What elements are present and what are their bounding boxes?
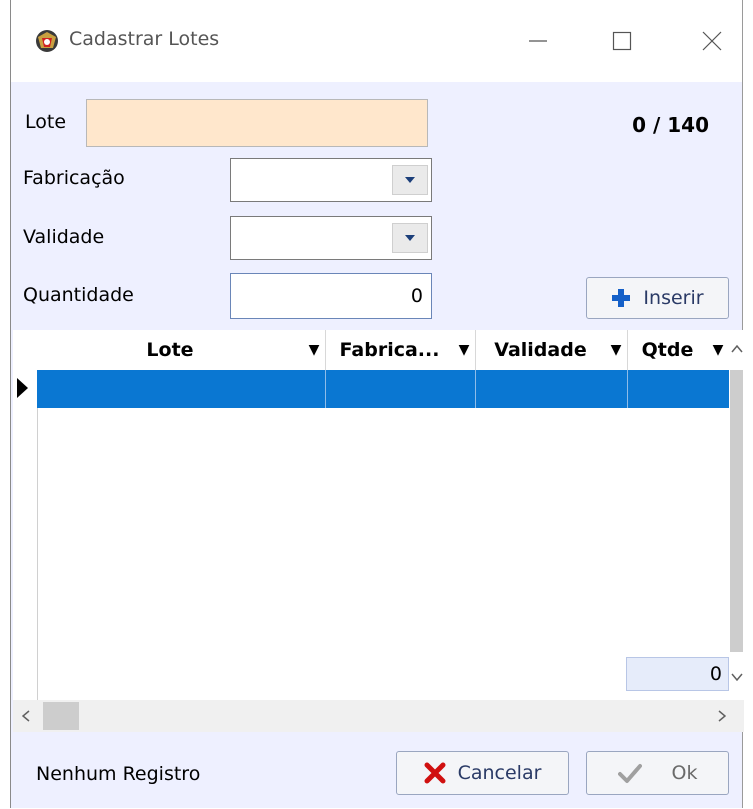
minimize-icon xyxy=(529,40,547,42)
scroll-up-icon[interactable] xyxy=(729,336,744,362)
column-header-validade[interactable]: Validade ▼ xyxy=(476,330,628,370)
cancelar-button[interactable]: Cancelar xyxy=(396,751,569,795)
lote-label: Lote xyxy=(25,111,67,133)
quantidade-input[interactable]: 0 xyxy=(230,273,432,319)
ok-button[interactable]: Ok xyxy=(586,751,729,795)
column-header-fabricacao[interactable]: Fabrica... ▼ xyxy=(326,330,476,370)
grid-header: Lote ▼ Fabrica... ▼ Validade ▼ Qtde ▼ xyxy=(13,330,729,370)
sort-arrow-icon[interactable]: ▼ xyxy=(605,342,627,358)
cancel-x-icon xyxy=(424,762,446,784)
inserir-label: Inserir xyxy=(643,287,704,309)
dropdown-arrow-icon xyxy=(405,177,415,183)
fabricacao-date-picker[interactable] xyxy=(230,158,432,202)
sort-arrow-icon[interactable]: ▼ xyxy=(707,342,729,358)
status-text: Nenhum Registro xyxy=(36,763,201,785)
cell-qtde[interactable] xyxy=(628,370,729,408)
checkmark-icon xyxy=(617,764,642,783)
lotes-grid[interactable]: Lote ▼ Fabrica... ▼ Validade ▼ Qtde ▼ 0 xyxy=(13,330,744,700)
scroll-left-icon[interactable] xyxy=(13,702,39,730)
cell-fabricacao[interactable] xyxy=(326,370,476,408)
maximize-button[interactable] xyxy=(597,22,647,60)
plus-icon xyxy=(612,289,631,307)
dropdown-arrow-icon xyxy=(405,235,415,241)
vertical-scrollbar[interactable] xyxy=(729,330,744,700)
cell-validade[interactable] xyxy=(476,370,628,408)
quantidade-label: Quantidade xyxy=(23,284,134,306)
qtde-total-footer: 0 xyxy=(626,657,729,691)
close-button[interactable] xyxy=(687,22,737,60)
ok-label: Ok xyxy=(671,762,698,784)
inserir-button[interactable]: Inserir xyxy=(586,277,729,319)
sort-arrow-icon[interactable]: ▼ xyxy=(303,342,325,358)
column-header-lote[interactable]: Lote ▼ xyxy=(37,330,326,370)
column-header-qtde[interactable]: Qtde ▼ xyxy=(628,330,729,370)
maximize-icon xyxy=(612,31,632,51)
lote-counter: 0 / 140 xyxy=(632,113,709,137)
minimize-button[interactable] xyxy=(513,22,563,60)
app-logo-icon xyxy=(33,28,61,54)
validade-date-picker[interactable] xyxy=(230,216,432,260)
horizontal-scroll-thumb[interactable] xyxy=(43,702,79,730)
validade-label: Validade xyxy=(23,226,105,248)
horizontal-scrollbar[interactable] xyxy=(13,700,744,732)
current-row-pointer-icon xyxy=(17,378,28,398)
scroll-right-icon[interactable] xyxy=(709,702,735,730)
lote-input[interactable] xyxy=(86,99,428,147)
cancelar-label: Cancelar xyxy=(457,762,542,784)
fabricacao-label: Fabricação xyxy=(23,167,125,189)
sort-arrow-icon[interactable]: ▼ xyxy=(453,342,475,358)
close-icon xyxy=(702,31,722,51)
validade-dropdown-button[interactable] xyxy=(392,223,428,253)
fabricacao-dropdown-button[interactable] xyxy=(392,165,428,195)
scroll-down-icon[interactable] xyxy=(729,664,744,690)
cadastrar-lotes-window: Cadastrar Lotes Lote 0 / 140 Fabricação … xyxy=(10,0,744,808)
vertical-scroll-thumb[interactable] xyxy=(730,370,743,652)
table-row[interactable] xyxy=(37,370,729,408)
cell-lote[interactable] xyxy=(37,370,326,408)
window-title: Cadastrar Lotes xyxy=(69,28,220,50)
title-bar: Cadastrar Lotes xyxy=(11,0,742,82)
